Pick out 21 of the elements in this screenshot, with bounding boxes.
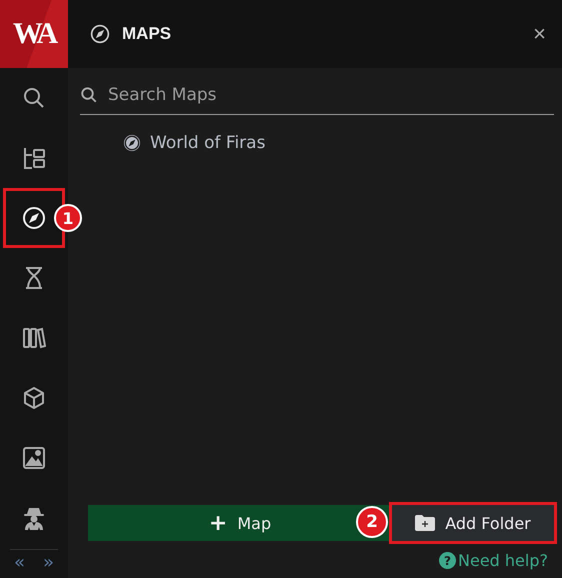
image-icon [23,447,45,469]
books-icon [22,326,46,350]
compass-icon [90,24,110,44]
compass-icon [22,206,46,230]
close-button[interactable]: × [533,21,546,47]
map-item[interactable]: World of Firas [150,133,266,153]
spy-icon [23,506,45,530]
panel-title: MAPS [122,24,172,44]
folder-icon [415,515,436,531]
logo[interactable]: WA [0,0,68,68]
callout-badge: 1 [54,204,82,232]
search-icon [22,86,46,110]
compass-icon [124,135,140,151]
cube-icon [22,386,46,410]
help-link[interactable]: ? Need help? [439,551,548,570]
collapse-button[interactable]: « [14,552,26,574]
expand-button[interactable]: » [42,552,54,574]
hourglass-icon [24,266,44,290]
search-icon [80,86,98,104]
folder-tree-icon [22,146,46,170]
search-field[interactable]: Search Maps [106,84,554,106]
